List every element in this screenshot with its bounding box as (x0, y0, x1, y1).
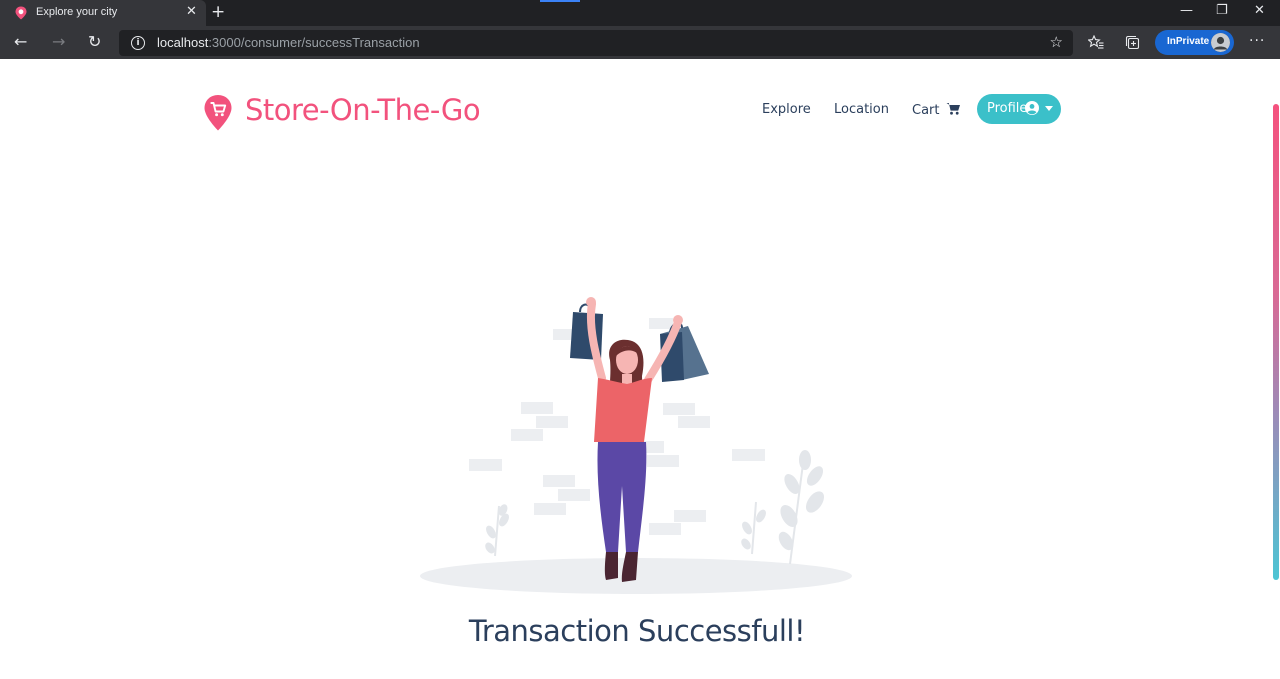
brand-name: Store-On-The-Go (245, 93, 481, 127)
nav-cart-label: Cart (912, 103, 940, 118)
star-icon[interactable]: ☆ (1050, 33, 1063, 51)
map-pin-favicon-icon (15, 6, 27, 20)
nav-cart-link[interactable]: Cart (912, 102, 961, 118)
info-icon[interactable]: i (131, 36, 145, 50)
shopping-celebration-illustration (420, 297, 852, 594)
address-bar[interactable]: i localhost:3000/consumer/successTransac… (119, 30, 1073, 56)
window-close-icon[interactable]: ✕ (1254, 4, 1265, 18)
store-pin-logo-icon (204, 95, 232, 131)
browser-tab-bar: Explore your city ✕ + — ❐ ✕ (0, 0, 1280, 26)
profile-dropdown-button[interactable]: Profile (977, 94, 1061, 124)
profile-avatar-icon (1211, 33, 1230, 52)
refresh-icon[interactable]: ↻ (88, 34, 101, 50)
more-icon[interactable]: ··· (1249, 33, 1265, 49)
tab-strip-indicator (540, 0, 580, 2)
url-text[interactable]: localhost:3000/consumer/successTransacti… (157, 35, 420, 50)
brand-logo-link[interactable]: Store-On-The-Go (203, 93, 481, 132)
inprivate-label: InPrivate (1167, 36, 1210, 47)
cart-icon (946, 103, 960, 115)
new-tab-icon[interactable]: + (211, 3, 225, 21)
nav-explore-link[interactable]: Explore (762, 102, 811, 117)
restore-icon[interactable]: ❐ (1216, 4, 1228, 18)
collections-icon[interactable] (1125, 35, 1141, 51)
minimize-icon[interactable]: — (1180, 4, 1193, 18)
browser-tab-active[interactable]: Explore your city ✕ (0, 0, 206, 26)
back-icon[interactable]: ← (14, 34, 27, 50)
profile-label: Profile (987, 101, 1028, 116)
tab-close-icon[interactable]: ✕ (186, 5, 197, 19)
inprivate-button[interactable]: InPrivate (1155, 30, 1234, 55)
url-host: localhost (157, 35, 209, 50)
browser-toolbar: ← → ↻ i localhost:3000/consumer/successT… (0, 26, 1280, 59)
caret-down-icon (1045, 106, 1053, 111)
url-path: :3000/consumer/successTransaction (208, 35, 420, 50)
user-circle-icon (1025, 101, 1039, 115)
transaction-success-message: Transaction Successfull! (468, 614, 806, 648)
nav-location-link[interactable]: Location (834, 102, 889, 117)
scrollbar[interactable] (1273, 104, 1279, 580)
tab-title: Explore your city (36, 6, 118, 18)
forward-icon[interactable]: → (52, 34, 65, 50)
favorites-icon[interactable] (1088, 35, 1104, 49)
